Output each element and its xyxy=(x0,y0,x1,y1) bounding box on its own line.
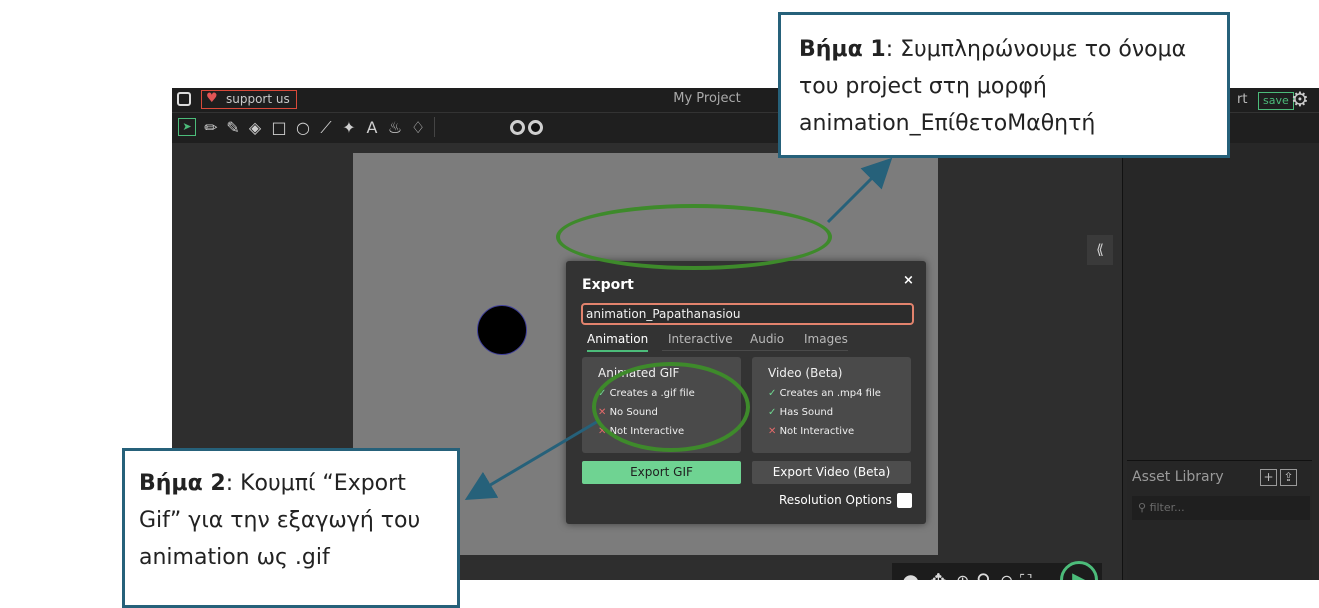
step2-callout: Βήμα 2: Κουμπί “Export Gif” για την εξαγ… xyxy=(122,448,460,608)
step1-arrow xyxy=(826,157,893,224)
highlight-ellipse-title xyxy=(556,204,832,270)
step1-heading: Βήμα 1 xyxy=(799,37,886,62)
step2-heading: Βήμα 2 xyxy=(139,471,226,496)
highlight-ellipse-gif xyxy=(592,362,750,452)
step2-arrow xyxy=(464,418,601,501)
step1-callout: Βήμα 1: Συμπληρώνουμε το όνομα του proje… xyxy=(778,12,1230,158)
